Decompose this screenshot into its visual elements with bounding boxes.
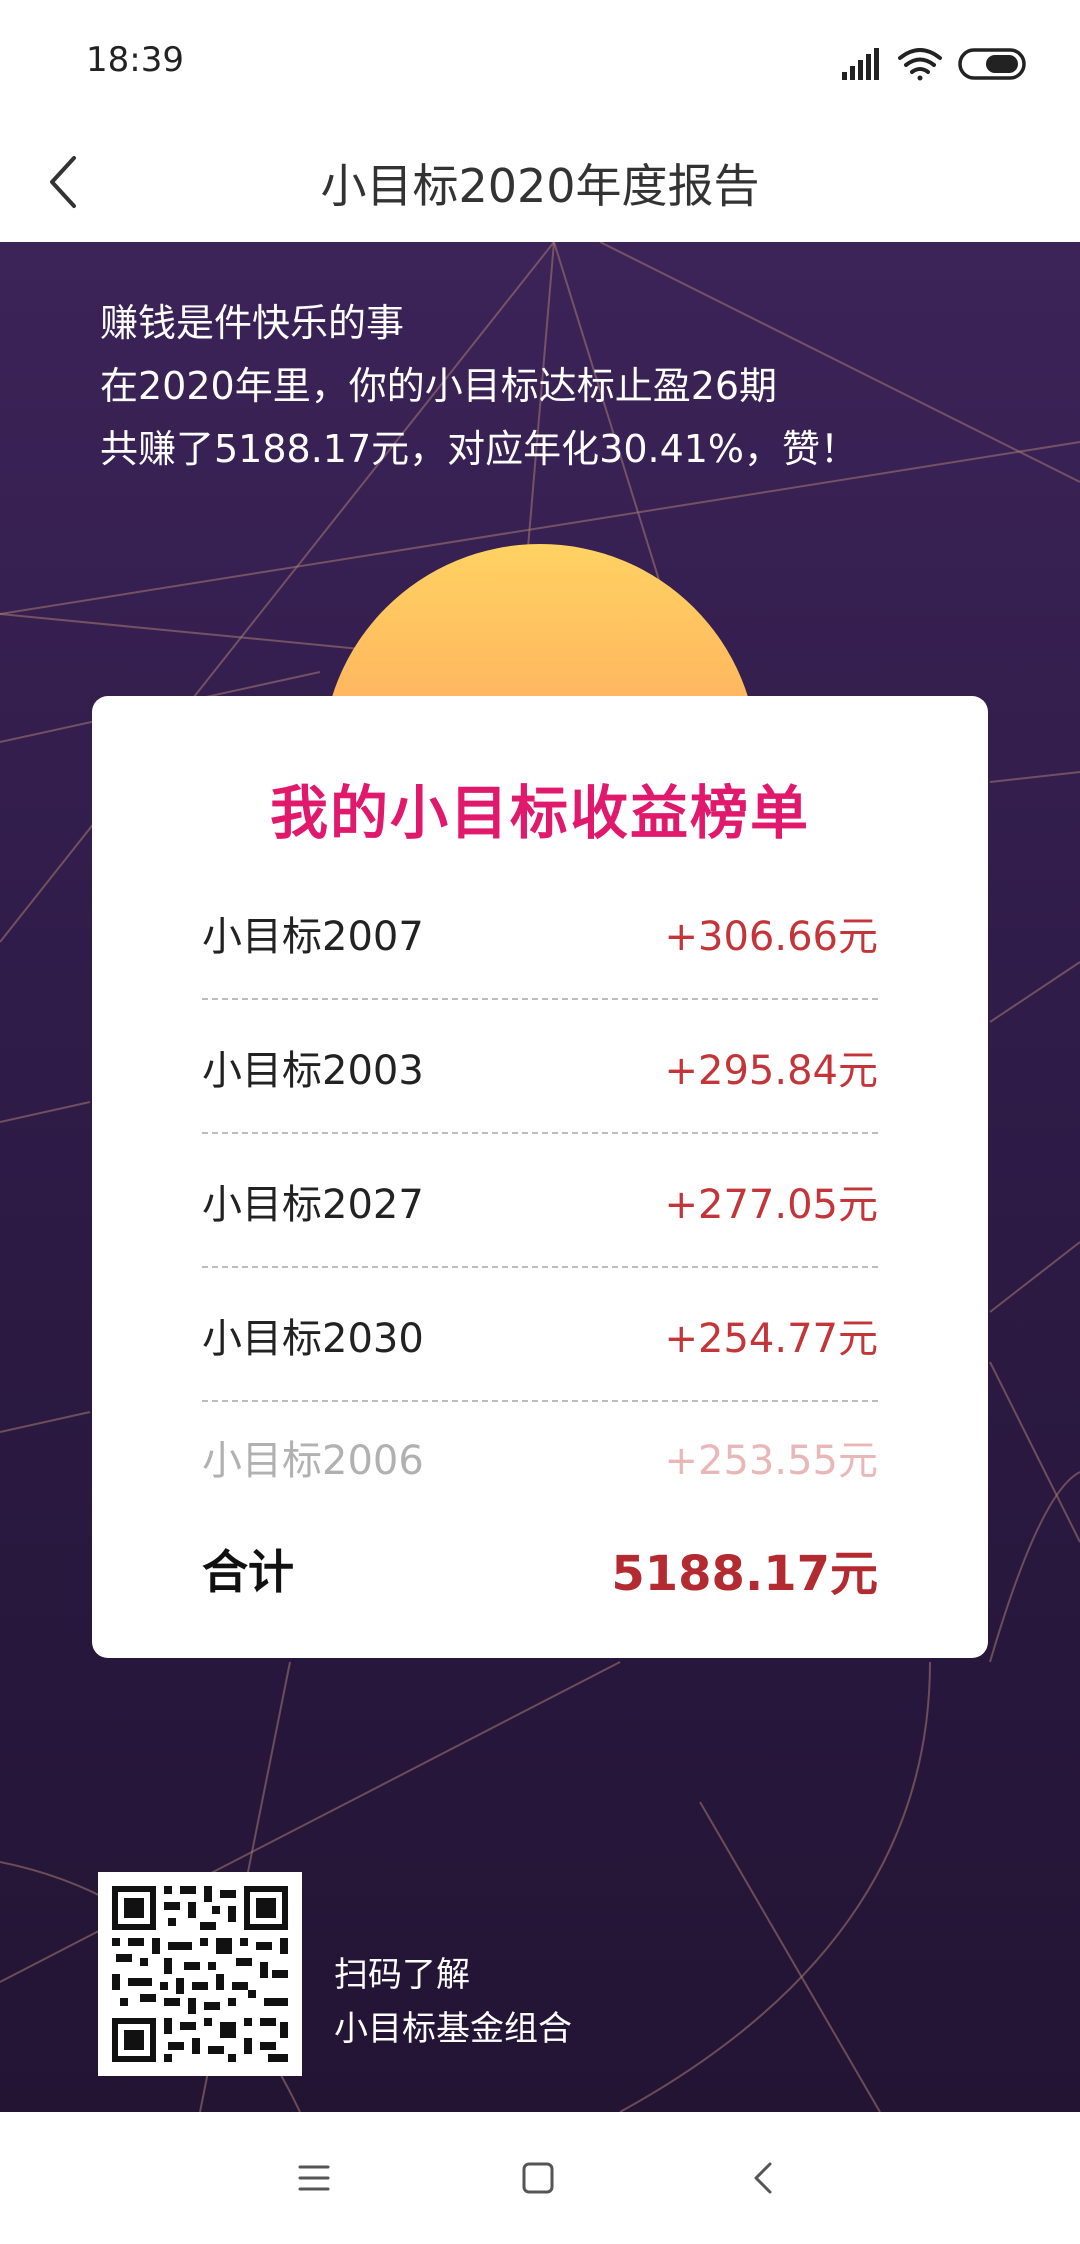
- header: 小目标2020年度报告: [0, 124, 1080, 243]
- system-nav-bar: [0, 2112, 1080, 2244]
- fund-name: 小目标2007: [202, 914, 424, 960]
- ranking-row: 小目标2030 +254.77元: [202, 1268, 878, 1402]
- ranking-row: 小目标2007 +306.66元: [202, 866, 878, 1000]
- fund-name: 小目标2006: [202, 1438, 424, 1484]
- annual-report: 赚钱是件快乐的事 在2020年里，你的小目标达标止盈26期 共赚了5188.17…: [0, 242, 1080, 2112]
- fund-name: 小目标2030: [202, 1316, 424, 1362]
- qr-caption-line-2: 小目标基金组合: [334, 2009, 572, 2049]
- fund-name: 小目标2027: [202, 1182, 424, 1228]
- status-bar: 18:39: [0, 0, 1080, 124]
- signal-icon: [842, 48, 879, 80]
- fund-earnings: +306.66元: [664, 914, 878, 960]
- ranking-row: 小目标2006 +253.55元: [202, 1402, 878, 1486]
- total-earnings: 5188.17元: [611, 1546, 878, 1602]
- card-title: 我的小目标收益榜单: [269, 779, 810, 847]
- menu-icon: [298, 2165, 330, 2191]
- total-row: 合计 5188.17元: [202, 1534, 878, 1604]
- fund-earnings: +254.77元: [664, 1316, 878, 1362]
- status-icons: [842, 44, 1032, 84]
- battery-icon: [958, 48, 1026, 80]
- intro-line-1: 赚钱是件快乐的事: [100, 301, 405, 345]
- intro-line-3: 共赚了5188.17元，对应年化30.41%，赞！: [100, 427, 859, 471]
- qr-caption: 扫码了解 小目标基金组合: [334, 1948, 572, 2056]
- fund-name: 小目标2003: [202, 1048, 424, 1094]
- ranking-list[interactable]: 小目标2007 +306.66元 小目标2003 +295.84元 小目标202…: [202, 866, 878, 1484]
- fund-earnings: +295.84元: [664, 1048, 878, 1094]
- ranking-row: 小目标2027 +277.05元: [202, 1134, 878, 1268]
- total-label: 合计: [202, 1545, 294, 1599]
- qr-caption-line-1: 扫码了解: [334, 1955, 470, 1995]
- ranking-row: 小目标2003 +295.84元: [202, 1000, 878, 1134]
- page-title: 小目标2020年度报告: [320, 159, 760, 213]
- fund-earnings: +277.05元: [664, 1182, 878, 1228]
- back-triangle-icon: [754, 2162, 772, 2194]
- status-time: 18:39: [86, 40, 184, 80]
- menu-button[interactable]: [282, 2146, 346, 2210]
- report-intro: 赚钱是件快乐的事 在2020年里，你的小目标达标止盈26期 共赚了5188.17…: [100, 292, 858, 481]
- intro-line-2: 在2020年里，你的小目标达标止盈26期: [100, 364, 778, 408]
- wifi-icon: [898, 48, 942, 81]
- home-button[interactable]: [506, 2146, 570, 2210]
- fund-earnings: +253.55元: [664, 1438, 878, 1484]
- earnings-ranking-card: 我的小目标收益榜单 小目标2007 +306.66元 小目标2003 +295.…: [92, 696, 988, 1658]
- system-back-button[interactable]: [732, 2146, 796, 2210]
- home-square-icon: [522, 2162, 554, 2194]
- qr-code-icon: [98, 1872, 302, 2076]
